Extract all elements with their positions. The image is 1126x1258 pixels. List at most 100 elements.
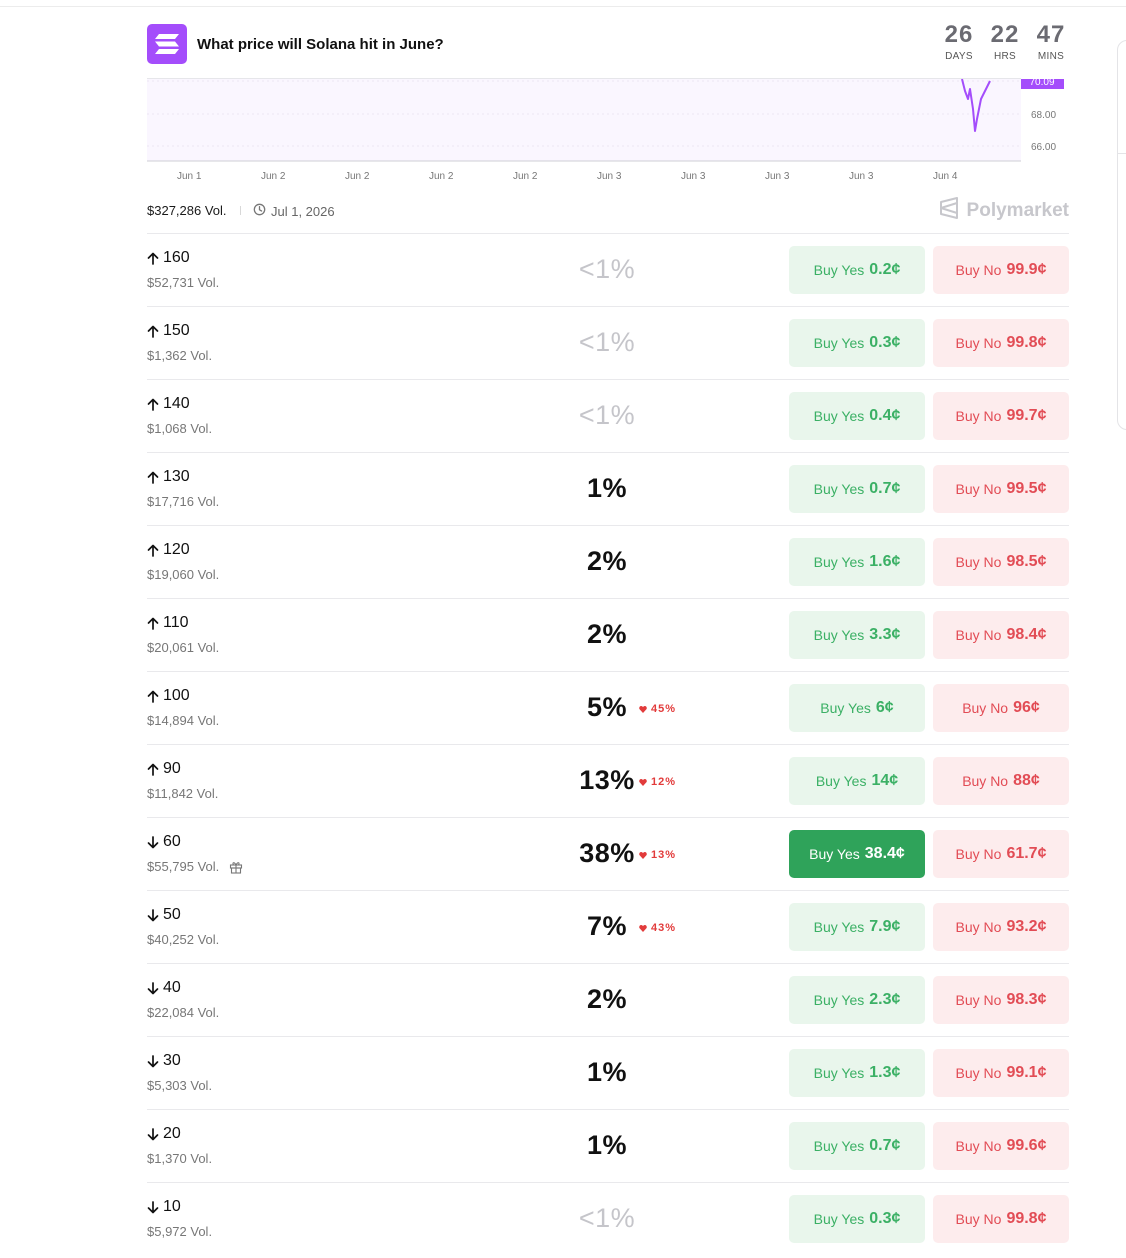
- buy-no-button[interactable]: Buy No 99.1¢: [933, 1049, 1069, 1097]
- outcome-row[interactable]: 40 $22,084 Vol. 2% Buy Yes 2.3¢ Buy No 98.3¢: [147, 963, 1069, 1036]
- buy-yes-button[interactable]: Buy Yes 1.6¢: [789, 538, 925, 586]
- buy-yes-button[interactable]: Buy Yes 38.4¢: [789, 830, 925, 878]
- outcome-volume-text: $1,362 Vol.: [147, 348, 213, 363]
- buy-no-label: Buy No: [962, 700, 1009, 716]
- outcome-row[interactable]: 60 $55,795 Vol. 38% 13% Buy Yes 38.4¢ Buy No 61…: [147, 817, 1069, 890]
- buy-no-price: 88¢: [1013, 772, 1040, 789]
- outcome-volume-text: $1,370 Vol.: [147, 1151, 213, 1166]
- outcome-row[interactable]: 110 $20,061 Vol. 2% Buy Yes 3.3¢ Buy No 98.4¢: [147, 598, 1069, 671]
- outcome-row[interactable]: 10 $5,972 Vol. <1% Buy Yes 0.3¢ Buy No 99.8¢: [147, 1182, 1069, 1255]
- buy-no-button[interactable]: Buy No 98.3¢: [933, 976, 1069, 1024]
- buy-no-button[interactable]: Buy No 96¢: [933, 684, 1069, 732]
- outcome-volume-text: $1,068 Vol.: [147, 421, 213, 436]
- clock-icon: [253, 203, 266, 219]
- buy-yes-button[interactable]: Buy Yes 0.2¢: [789, 246, 925, 294]
- buy-yes-price: 0.3¢: [869, 334, 901, 351]
- arrow-down-icon: [147, 835, 159, 849]
- buy-no-button[interactable]: Buy No 98.5¢: [933, 538, 1069, 586]
- countdown-timer: 26 DAYS 22 HRS 47 MINS: [941, 20, 1069, 62]
- market-meta: $327,286 Vol. Jul 1, 2026 Polymarket: [147, 195, 1069, 225]
- buy-no-button[interactable]: Buy No 99.8¢: [933, 1195, 1069, 1243]
- buy-no-label: Buy No: [955, 262, 1002, 278]
- outcome-row[interactable]: 120 $19,060 Vol. 2% Buy Yes 1.6¢ Buy No 98.5¢: [147, 525, 1069, 598]
- buy-yes-price: 38.4¢: [864, 845, 905, 862]
- buy-no-button[interactable]: Buy No 88¢: [933, 757, 1069, 805]
- outcome-label: 10: [147, 1198, 181, 1216]
- outcome-row[interactable]: 50 $40,252 Vol. 7% 43% Buy Yes 7.9¢ Buy No 93.2…: [147, 890, 1069, 963]
- outcome-price-level: 160: [163, 249, 190, 266]
- outcome-chance: 2%: [586, 984, 628, 1014]
- outcome-row[interactable]: 140 $1,068 Vol. <1% Buy Yes 0.4¢ Buy No 99.7¢: [147, 379, 1069, 452]
- buy-no-button[interactable]: Buy No 99.9¢: [933, 246, 1069, 294]
- buy-no-button[interactable]: Buy No 99.8¢: [933, 319, 1069, 367]
- down-heart-icon: [639, 851, 647, 859]
- buy-no-button[interactable]: Buy No 93.2¢: [933, 903, 1069, 951]
- buy-yes-label: Buy Yes: [813, 554, 865, 570]
- outcome-price-level: 40: [163, 979, 181, 996]
- outcome-label: 90: [147, 760, 181, 778]
- buy-yes-price: 1.3¢: [869, 1064, 901, 1081]
- buy-yes-label: Buy Yes: [813, 408, 865, 424]
- polymarket-brand[interactable]: Polymarket: [939, 197, 1069, 225]
- buy-yes-button[interactable]: Buy Yes 2.3¢: [789, 976, 925, 1024]
- outcome-chance: <1%: [578, 400, 636, 430]
- buy-yes-label: Buy Yes: [813, 1065, 865, 1081]
- down-heart-icon: [639, 924, 647, 932]
- gift-icon[interactable]: [229, 860, 243, 874]
- end-date-text: Jul 1, 2026: [271, 203, 335, 219]
- arrow-up-icon: [147, 252, 159, 265]
- buy-yes-button[interactable]: Buy Yes 0.3¢: [789, 1195, 925, 1243]
- buy-yes-price: 0.7¢: [869, 480, 901, 497]
- buy-yes-price: 1.6¢: [869, 553, 901, 570]
- down-heart-icon: [639, 778, 647, 786]
- chance-change-value: 12%: [651, 776, 677, 788]
- outcome-row[interactable]: 100 $14,894 Vol. 5% 45% Buy Yes 6¢ Buy No 96¢: [147, 671, 1069, 744]
- buy-no-button[interactable]: Buy No 99.5¢: [933, 465, 1069, 513]
- chart-x-tick-label: Jun 1: [177, 171, 202, 182]
- price-chart[interactable]: Jun 1 Jun 2 Jun 2 Jun 2 Jun 2 Jun 3 Jun 3 Jun 3…: [147, 79, 1069, 189]
- price-chart-svg[interactable]: Jun 1 Jun 2 Jun 2 Jun 2 Jun 2 Jun 3 Jun 3 Jun 3…: [147, 79, 1069, 189]
- outcome-label: 100: [147, 687, 190, 705]
- buy-yes-label: Buy Yes: [813, 335, 865, 351]
- buy-yes-button[interactable]: Buy Yes 1.3¢: [789, 1049, 925, 1097]
- buy-yes-button[interactable]: Buy Yes 14¢: [789, 757, 925, 805]
- chance-change: 43%: [639, 922, 676, 934]
- chance-change: 13%: [639, 849, 676, 861]
- chance-change-value: 13%: [651, 849, 677, 861]
- buy-yes-label: Buy Yes: [809, 846, 860, 862]
- outcome-volume: $40,252 Vol.: [147, 932, 219, 947]
- outcome-volume: $52,731 Vol.: [147, 275, 219, 290]
- chart-y-tick-label: 66.00: [1031, 142, 1056, 153]
- outcome-row[interactable]: 90 $11,842 Vol. 13% 12% Buy Yes 14¢ Buy No 88¢: [147, 744, 1069, 817]
- buy-yes-button[interactable]: Buy Yes 0.3¢: [789, 319, 925, 367]
- buy-no-label: Buy No: [955, 627, 1002, 643]
- outcome-volume: $11,842 Vol.: [147, 786, 218, 801]
- outcome-label: 130: [147, 468, 190, 486]
- outcome-price-level: 100: [163, 687, 190, 704]
- buy-yes-price: 2.3¢: [869, 991, 901, 1008]
- outcome-price-level: 50: [163, 906, 181, 923]
- outcome-price-level: 30: [163, 1052, 181, 1069]
- buy-yes-price: 14¢: [871, 772, 899, 789]
- outcome-volume-text: $5,972 Vol.: [147, 1224, 213, 1239]
- buy-no-button[interactable]: Buy No 98.4¢: [933, 611, 1069, 659]
- outcome-row[interactable]: 130 $17,716 Vol. 1% Buy Yes 0.7¢ Buy No 99.5¢: [147, 452, 1069, 525]
- buy-no-button[interactable]: Buy No 61.7¢: [933, 830, 1069, 878]
- outcome-row[interactable]: 20 $1,370 Vol. 1% Buy Yes 0.7¢ Buy No 99.6¢: [147, 1109, 1069, 1182]
- buy-yes-button[interactable]: Buy Yes 7.9¢: [789, 903, 925, 951]
- outcome-chance: 2%: [586, 546, 628, 576]
- chart-x-tick-label: Jun 4: [933, 171, 958, 182]
- outcome-row[interactable]: 160 $52,731 Vol. <1% Buy Yes 0.2¢ Buy No 99.9¢: [147, 233, 1069, 306]
- buy-yes-button[interactable]: Buy Yes 0.4¢: [789, 392, 925, 440]
- buy-yes-button[interactable]: Buy Yes 0.7¢: [789, 1122, 925, 1170]
- chart-x-tick-label: Jun 2: [429, 171, 454, 182]
- buy-yes-button[interactable]: Buy Yes 3.3¢: [789, 611, 925, 659]
- chart-x-tick-label: Jun 3: [765, 171, 790, 182]
- buy-yes-button[interactable]: Buy Yes 6¢: [789, 684, 925, 732]
- buy-yes-label: Buy Yes: [813, 1211, 865, 1227]
- buy-no-button[interactable]: Buy No 99.7¢: [933, 392, 1069, 440]
- buy-yes-button[interactable]: Buy Yes 0.7¢: [789, 465, 925, 513]
- outcome-row[interactable]: 30 $5,303 Vol. 1% Buy Yes 1.3¢ Buy No 99.1¢: [147, 1036, 1069, 1109]
- outcome-row[interactable]: 150 $1,362 Vol. <1% Buy Yes 0.3¢ Buy No 99.8¢: [147, 306, 1069, 379]
- buy-no-button[interactable]: Buy No 99.6¢: [933, 1122, 1069, 1170]
